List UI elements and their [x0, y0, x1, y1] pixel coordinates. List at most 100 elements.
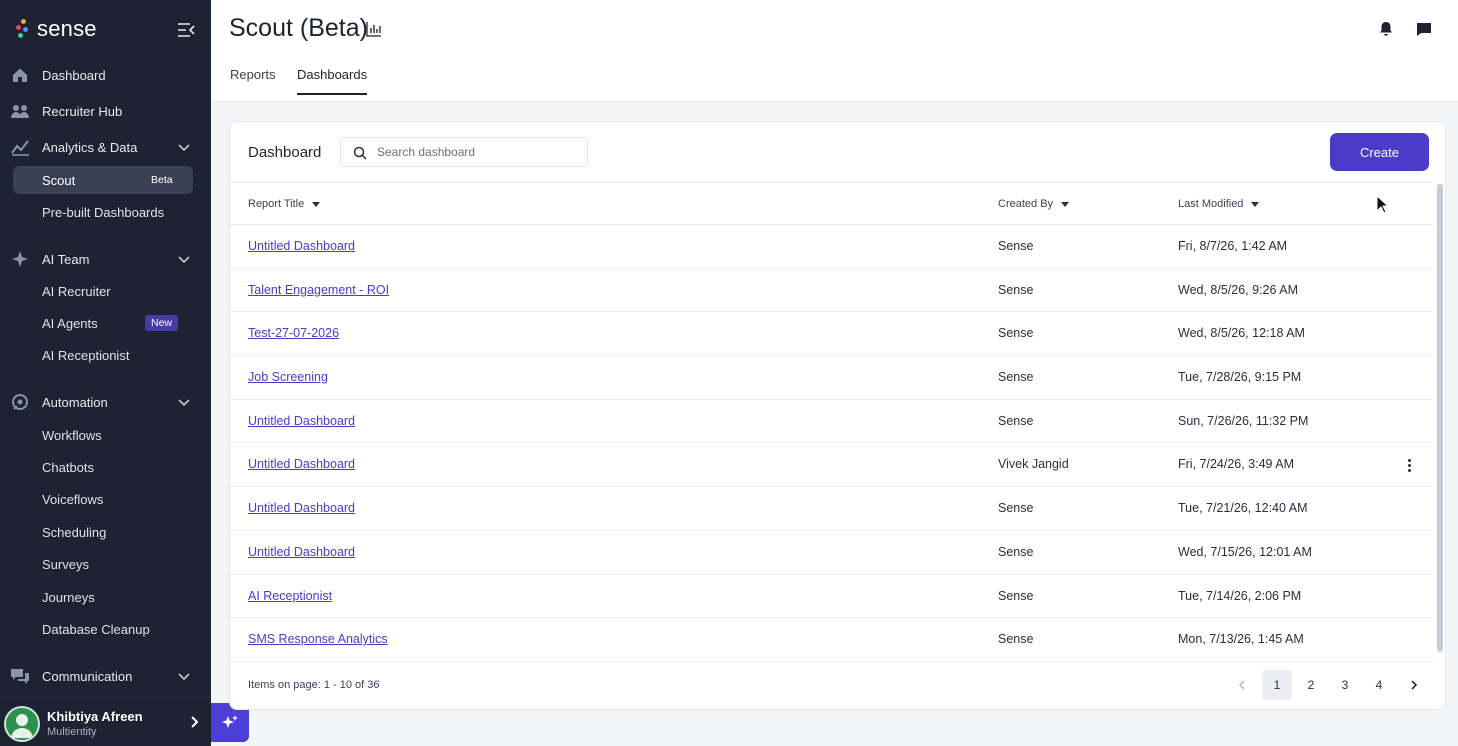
- table-header: Report Title Created By Last Modified: [230, 182, 1433, 225]
- prev-page-button[interactable]: [1227, 670, 1257, 700]
- last-modified-cell: Tue, 7/21/26, 12:40 AM: [1178, 501, 1308, 516]
- column-header-label: Last Modified: [1178, 198, 1244, 210]
- sidebar-item-ai-receptionist[interactable]: AI Receptionist: [0, 341, 211, 369]
- created-by-cell: Sense: [998, 632, 1034, 647]
- sidebar-item-chatbots[interactable]: Chatbots: [0, 453, 211, 481]
- last-modified-cell: Wed, 8/5/26, 12:18 AM: [1178, 326, 1305, 341]
- page-header: Scout (Beta) Reports Dashboards: [211, 0, 1458, 102]
- tab-dashboards[interactable]: Dashboards: [297, 67, 368, 95]
- sidebar-item-label: Database Cleanup: [42, 621, 150, 637]
- created-by-cell: Sense: [998, 326, 1034, 341]
- user-role: Multientity: [47, 726, 97, 738]
- created-by-cell: Sense: [998, 282, 1034, 297]
- sidebar-item-ai-team[interactable]: AI Team: [0, 243, 211, 275]
- sidebar-item-surveys[interactable]: Surveys: [0, 550, 211, 578]
- report-title-link[interactable]: AI Receptionist: [248, 589, 332, 603]
- report-title-link[interactable]: Untitled Dashboard: [248, 414, 355, 428]
- chevron-down-icon[interactable]: [176, 668, 192, 684]
- column-header-last-modified[interactable]: Last Modified: [1178, 198, 1260, 210]
- avatar: [4, 706, 40, 742]
- sidebar-item-communication[interactable]: Communication: [0, 660, 211, 692]
- more-options-icon[interactable]: [1404, 457, 1414, 473]
- card-title: Dashboard: [248, 144, 322, 161]
- chevron-down-icon[interactable]: [176, 394, 192, 410]
- created-by-cell: Vivek Jangid: [998, 457, 1069, 472]
- automation-icon: [10, 392, 30, 412]
- new-badge: New: [145, 315, 179, 331]
- sidebar-item-scheduling[interactable]: Scheduling: [0, 518, 211, 546]
- tab-reports[interactable]: Reports: [230, 67, 276, 93]
- collapse-sidebar-icon[interactable]: [176, 20, 196, 40]
- analytics-icon: [10, 137, 30, 157]
- sidebar-item-automation[interactable]: Automation: [0, 386, 211, 418]
- last-modified-cell: Tue, 7/28/26, 9:15 PM: [1178, 370, 1302, 385]
- report-title-link[interactable]: Untitled Dashboard: [248, 239, 355, 253]
- sidebar-item-label: AI Agents: [42, 315, 98, 331]
- sidebar-item-ai-recruiter[interactable]: AI Recruiter: [0, 277, 211, 305]
- beta-badge: Beta: [151, 174, 173, 186]
- scrollbar-thumb[interactable]: [1437, 184, 1443, 652]
- sidebar-item-dashboard[interactable]: Dashboard: [0, 59, 211, 91]
- page-button-3[interactable]: 3: [1330, 670, 1360, 700]
- table-body: Untitled Dashboard Sense Fri, 8/7/26, 1:42…: [230, 225, 1433, 662]
- report-title-link[interactable]: Talent Engagement - ROI: [248, 283, 389, 297]
- sidebar-item-label: Surveys: [42, 556, 89, 572]
- sidebar-item-label: Recruiter Hub: [42, 103, 123, 119]
- home-icon: [10, 65, 30, 85]
- table-row: Untitled Dashboard Sense Sun, 7/26/26, 11:…: [230, 400, 1433, 444]
- page-button-2[interactable]: 2: [1296, 670, 1326, 700]
- table-row: SMS Response Analytics Sense Mon, 7/13/26,…: [230, 618, 1433, 662]
- report-title-link[interactable]: Job Screening: [248, 370, 328, 384]
- sidebar-item-label: Scheduling: [42, 524, 107, 540]
- sidebar-item-workflows[interactable]: Workflows: [0, 421, 211, 449]
- next-page-button[interactable]: [1399, 670, 1429, 700]
- report-title-link[interactable]: Untitled Dashboard: [248, 501, 355, 515]
- table-row: Job Screening Sense Tue, 7/28/26, 9:15 PM: [230, 356, 1433, 400]
- table-row: Untitled Dashboard Sense Tue, 7/21/26, 12:…: [230, 487, 1433, 531]
- page-button-4[interactable]: 4: [1364, 670, 1394, 700]
- create-button[interactable]: Create: [1330, 133, 1429, 171]
- sidebar-item-prebuilt-dashboards[interactable]: Pre-built Dashboards: [0, 198, 211, 226]
- chevron-right-icon: [1411, 680, 1418, 690]
- brand-logo[interactable]: sense: [16, 15, 97, 43]
- communication-icon: [10, 666, 30, 686]
- bar-chart-icon: [366, 22, 381, 37]
- table-row: Talent Engagement - ROI Sense Wed, 8/5/26,…: [230, 269, 1433, 313]
- page-button-1[interactable]: 1: [1262, 670, 1292, 700]
- sidebar-item-recruiter-hub[interactable]: Recruiter Hub: [0, 95, 211, 127]
- sense-logo-icon: [16, 19, 30, 39]
- sidebar-item-scout[interactable]: Scout Beta: [13, 166, 193, 194]
- report-title-link[interactable]: Untitled Dashboard: [248, 457, 355, 471]
- column-header-report-title[interactable]: Report Title: [248, 198, 321, 210]
- chevron-left-icon: [1238, 680, 1245, 690]
- chevron-down-icon[interactable]: [176, 251, 192, 267]
- last-modified-cell: Fri, 8/7/26, 1:42 AM: [1178, 239, 1288, 253]
- report-title-link[interactable]: SMS Response Analytics: [248, 632, 388, 646]
- report-title-link[interactable]: Test-27-07-2026: [248, 326, 339, 340]
- last-modified-cell: Mon, 7/13/26, 1:45 AM: [1178, 632, 1304, 647]
- chat-icon[interactable]: [1415, 20, 1433, 38]
- sidebar-item-label: AI Team: [42, 251, 90, 267]
- column-header-label: Created By: [998, 198, 1054, 210]
- sidebar-item-analytics[interactable]: Analytics & Data: [0, 131, 211, 163]
- created-by-cell: Sense: [998, 413, 1034, 428]
- chevron-down-icon[interactable]: [176, 139, 192, 155]
- page-title: Scout (Beta): [229, 14, 368, 42]
- sidebar-item-journeys[interactable]: Journeys: [0, 583, 211, 611]
- sidebar-item-database-cleanup[interactable]: Database Cleanup: [0, 615, 211, 643]
- report-title-link[interactable]: Untitled Dashboard: [248, 545, 355, 559]
- user-profile[interactable]: Khibtiya Afreen Multientity: [0, 697, 211, 746]
- table-scrollbar[interactable]: [1435, 182, 1445, 657]
- column-header-created-by[interactable]: Created By: [998, 198, 1070, 210]
- last-modified-cell: Sun, 7/26/26, 11:32 PM: [1178, 413, 1309, 428]
- sidebar-item-ai-agents[interactable]: AI Agents New: [0, 309, 211, 337]
- dashboard-card: Dashboard Create Report Title Created By…: [229, 121, 1446, 710]
- chevron-right-icon[interactable]: [186, 714, 202, 730]
- sidebar-item-voiceflows[interactable]: Voiceflows: [0, 485, 211, 513]
- user-name: Khibtiya Afreen: [47, 709, 143, 724]
- sort-caret-icon: [1251, 201, 1260, 207]
- bell-icon[interactable]: [1377, 20, 1395, 38]
- sidebar-item-label: Pre-built Dashboards: [42, 204, 165, 220]
- last-modified-cell: Fri, 7/24/26, 3:49 AM: [1178, 457, 1295, 472]
- search-input[interactable]: [377, 138, 582, 166]
